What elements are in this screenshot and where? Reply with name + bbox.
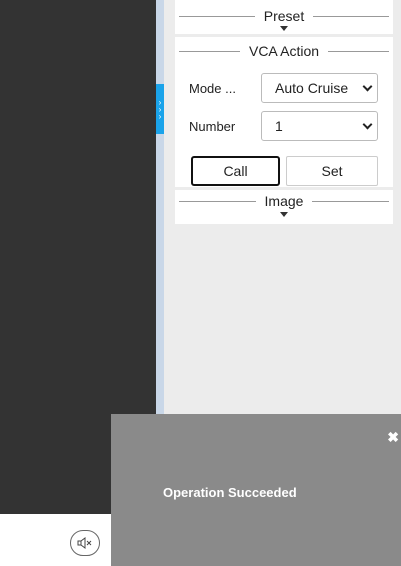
expand-caret-icon[interactable] bbox=[280, 26, 288, 31]
toast-message: Operation Succeeded bbox=[163, 485, 297, 500]
notification-toast: ✖ Operation Succeeded bbox=[111, 414, 401, 566]
mode-row: Mode ... Auto Cruise bbox=[189, 73, 389, 103]
preset-title: Preset bbox=[263, 8, 305, 24]
image-section: Image bbox=[175, 190, 393, 224]
mode-select-value: Auto Cruise bbox=[275, 80, 349, 96]
call-button[interactable]: Call bbox=[191, 156, 280, 186]
preset-header[interactable]: Preset bbox=[175, 0, 393, 26]
set-button[interactable]: Set bbox=[286, 156, 378, 186]
panel-splitter[interactable] bbox=[156, 0, 164, 414]
mode-label: Mode ... bbox=[189, 80, 236, 96]
vca-action-section: VCA Action Mode ... Auto Cruise Number 1… bbox=[175, 37, 393, 187]
number-select[interactable]: 1 bbox=[261, 111, 378, 141]
number-select-value: 1 bbox=[275, 118, 283, 134]
close-icon[interactable]: ✖ bbox=[387, 430, 399, 444]
preset-section: Preset bbox=[175, 0, 393, 34]
image-header[interactable]: Image bbox=[175, 190, 393, 212]
chevron-down-icon bbox=[362, 81, 373, 91]
collapse-panel-toggle[interactable]: › › › bbox=[156, 84, 164, 134]
speaker-mute-icon bbox=[77, 537, 92, 549]
image-title: Image bbox=[264, 193, 304, 209]
chevron-down-icon bbox=[362, 119, 373, 129]
vca-action-header[interactable]: VCA Action bbox=[175, 37, 393, 65]
chevron-right-icon: › bbox=[158, 111, 162, 121]
vca-action-title: VCA Action bbox=[248, 43, 320, 59]
number-row: Number 1 bbox=[189, 111, 389, 141]
mode-select[interactable]: Auto Cruise bbox=[261, 73, 378, 103]
mute-button[interactable] bbox=[70, 530, 100, 556]
expand-caret-icon[interactable] bbox=[280, 212, 288, 217]
number-label: Number bbox=[189, 118, 236, 134]
